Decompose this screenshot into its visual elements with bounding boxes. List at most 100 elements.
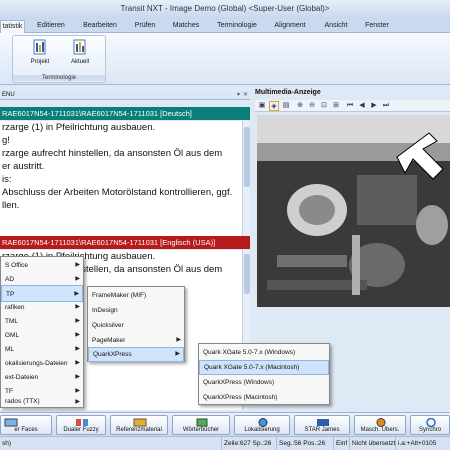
term-project-button[interactable]: Projekt: [25, 38, 55, 72]
taskbar-label: er Faces: [14, 427, 38, 433]
star-james-icon: [317, 419, 329, 426]
panel-pin-icon[interactable]: ▾: [237, 91, 240, 100]
ctx-item[interactable]: InDesign: [88, 303, 184, 318]
source-scrollbar[interactable]: [242, 121, 250, 239]
picture-icon[interactable]: ▤: [281, 101, 291, 111]
dictionaries-button[interactable]: Wörterbücher: [172, 415, 230, 435]
status-line-col: Zeile:627 Sp.:26: [222, 437, 277, 450]
tab-statistik[interactable]: tatistik: [0, 20, 25, 33]
taskbar-label: Wörterbücher: [182, 427, 220, 433]
next-page-icon[interactable]: ▶: [369, 101, 379, 111]
source-line: llen.: [2, 200, 20, 211]
star-james-button[interactable]: STAR James: [294, 415, 350, 435]
source-text-area[interactable]: rzarge (1) in Pfeilrichtung ausbauen. g!…: [0, 121, 250, 239]
interfaces-icon: [4, 418, 18, 427]
submenu-arrow-icon: ▶: [75, 399, 80, 405]
interfaces-button[interactable]: er Faces: [0, 415, 52, 435]
ctx-item-highlighted[interactable]: QuarkXPress ▶: [88, 347, 184, 362]
ctx-item-label: InDesign: [92, 307, 118, 314]
taskbar-label: Dualer Fuzzy: [63, 427, 99, 433]
reference-material-button[interactable]: Referenzmaterial: [110, 415, 168, 435]
submenu-arrow-icon: ▶: [176, 337, 181, 343]
source-line: is:: [2, 174, 12, 185]
zoom-out-icon[interactable]: ⊖: [307, 101, 317, 111]
ctx-item-label: ML: [5, 346, 15, 353]
tab-editieren[interactable]: Editieren: [30, 20, 72, 33]
status-char-code: i.a:+Alt+0105: [398, 440, 437, 447]
ctx-item[interactable]: Quark XGate 5.0-7.x (Windows): [199, 345, 329, 360]
tab-fenster[interactable]: Fenster: [358, 20, 396, 33]
term-current-icon: [73, 39, 86, 55]
target-scroll-thumb[interactable]: [244, 254, 250, 294]
zoom-fit-icon[interactable]: ⊡: [319, 101, 329, 111]
ctx-item-label: PageMaker: [92, 337, 126, 344]
taskbar-label: Lokalisierung: [244, 427, 280, 433]
source-line: rzarge aufrecht hinstellen, da ansonsten…: [2, 148, 223, 159]
zoom-area-icon[interactable]: ⊞: [331, 101, 341, 111]
ctx-item-label: TF: [5, 388, 13, 395]
ctx-item-label: Quicksilver: [92, 322, 124, 329]
taskbar-label: Synchro: [418, 427, 441, 433]
context-menu-dtp: FrameMaker (MIF) InDesign Quicksilver Pa…: [87, 286, 185, 362]
tab-matches[interactable]: Matches: [166, 20, 206, 33]
ctx-item-label: ext-Dateien: [5, 374, 39, 381]
engine-photo: [257, 115, 450, 307]
synchro-button[interactable]: Synchro: [410, 415, 450, 435]
resource-taskbar: er Faces Dualer Fuzzy Referenzmaterial W…: [0, 412, 450, 436]
source-line: g!: [2, 135, 10, 146]
first-page-icon[interactable]: ⏮: [345, 101, 355, 111]
tab-terminologie[interactable]: Terminologie: [212, 20, 262, 33]
target-segment-bar[interactable]: RAE6017N54-1711031\RAE6017N54-1711031 [E…: [0, 236, 250, 249]
term-project-label: Projekt: [30, 59, 50, 65]
fit-icon[interactable]: ◈: [269, 101, 279, 111]
source-line: er austritt.: [2, 161, 45, 172]
ctx-item-label: QuarkXPress: [93, 351, 132, 358]
machine-translation-button[interactable]: Masch. Übers.: [354, 415, 406, 435]
ctx-item[interactable]: QuarkXPress (Macintosh): [199, 390, 329, 405]
status-seg-pos: Seg.:56 Pos.:26: [277, 437, 334, 450]
term-current-label: Aktuell: [70, 59, 89, 65]
save-icon[interactable]: ▣: [257, 101, 267, 111]
ctx-item-label: S Office: [5, 262, 29, 269]
ctx-item[interactable]: PageMaker ▶: [88, 333, 184, 348]
window-title: Transit NXT - Image Demo (Global) <Super…: [0, 0, 450, 18]
ctx-item-label: okalisierungs-Dateien: [5, 360, 68, 367]
source-segment-bar[interactable]: RAE6017N54-1711031\RAE6017N54-1711031 [D…: [0, 107, 250, 120]
source-line: Abschluss der Arbeiten Motorölstand kont…: [2, 187, 233, 198]
ctx-item-label: TP: [6, 291, 15, 298]
last-page-icon[interactable]: ⏭: [381, 101, 391, 111]
ribbon: Projekt Aktuell Terminologie: [0, 33, 450, 85]
submenu-arrow-icon: ▶: [175, 351, 180, 357]
tab-bearbeiten[interactable]: Bearbeiten: [78, 20, 122, 33]
tab-alignment[interactable]: Alignment: [268, 20, 312, 33]
term-current-button[interactable]: Aktuell: [65, 38, 95, 72]
multimedia-toolbar: ▣ ◈ ▤ ⊕ ⊖ ⊡ ⊞ ⏮ ◀ ▶ ⏭: [255, 100, 450, 112]
ctx-item[interactable]: QuarkXPress (Windows): [199, 375, 329, 390]
ctx-item-label: Quark XGate 5.0-7.x (Macintosh): [204, 364, 300, 371]
ctx-item[interactable]: FrameMaker (MIF): [88, 288, 184, 303]
tab-pruefen[interactable]: Prüfen: [127, 20, 163, 33]
ctx-item-label: FrameMaker (MIF): [92, 292, 147, 299]
taskbar-label: STAR James: [304, 427, 340, 433]
dual-fuzzy-button[interactable]: Dualer Fuzzy: [56, 415, 106, 435]
machine-translation-icon: [376, 418, 386, 427]
ctx-item-label: GML: [5, 332, 20, 339]
ctx-item-label: rafiken: [5, 304, 25, 311]
ctx-item-label: rados (TTX): [5, 398, 40, 405]
prev-page-icon[interactable]: ◀: [357, 101, 367, 111]
localization-button[interactable]: Lokalisierung: [234, 415, 290, 435]
context-menu-formats: S Office ▶ AD ▶ TP ▶ rafiken ▶ TML ▶ GML ▶ ML ▶…: [0, 256, 84, 408]
multimedia-title: Multimedia-Anzeige: [255, 89, 321, 96]
ribbon-group-terminologie: Projekt Aktuell Terminologie: [12, 35, 106, 83]
ctx-item[interactable]: rados (TTX) ▶: [1, 395, 83, 409]
panel-close-icon[interactable]: ✕: [243, 91, 248, 100]
ctx-item[interactable]: Quicksilver: [88, 318, 184, 333]
ctx-item-label: TML: [5, 318, 18, 325]
term-project-icon: [33, 39, 46, 55]
tab-ansicht[interactable]: Ansicht: [318, 20, 354, 33]
ctx-item-highlighted[interactable]: Quark XGate 5.0-7.x (Macintosh): [199, 360, 329, 375]
reference-material-icon: [133, 418, 147, 427]
zoom-in-icon[interactable]: ⊕: [295, 101, 305, 111]
source-scroll-thumb[interactable]: [244, 127, 250, 187]
taskbar-label: Masch. Übers.: [360, 427, 400, 433]
